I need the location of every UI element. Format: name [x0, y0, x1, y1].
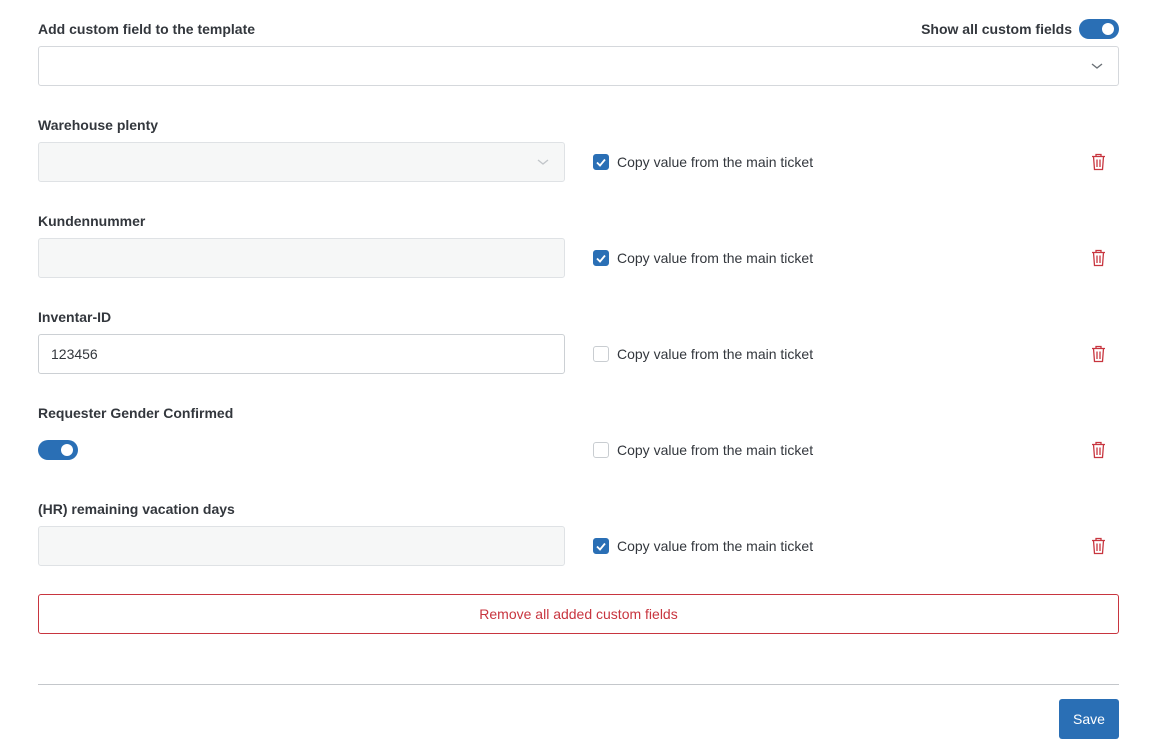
trash-icon[interactable] — [1091, 249, 1106, 267]
copy-value-label: Copy value from the main ticket — [617, 538, 814, 554]
field-label-inventar-id: Inventar-ID — [38, 309, 112, 325]
trash-icon[interactable] — [1091, 153, 1106, 171]
warehouse-plenty-select — [38, 142, 565, 182]
checkmark-icon — [596, 254, 606, 263]
copy-value-checkbox-inventar-id[interactable] — [593, 346, 609, 362]
save-button[interactable]: Save — [1059, 699, 1119, 739]
inventar-id-value: 123456 — [51, 346, 98, 362]
copy-value-label: Copy value from the main ticket — [617, 250, 814, 266]
copy-value-checkbox-warehouse-plenty[interactable] — [593, 154, 609, 170]
copy-value-label: Copy value from the main ticket — [617, 154, 814, 170]
add-custom-field-select[interactable] — [38, 46, 1119, 86]
copy-value-checkbox-requester-gender[interactable] — [593, 442, 609, 458]
show-all-custom-fields-label: Show all custom fields — [921, 21, 1072, 37]
hr-remaining-vacation-days-input — [38, 526, 565, 566]
copy-value-checkbox-hr-vacation[interactable] — [593, 538, 609, 554]
show-all-custom-fields-toggle[interactable] — [1079, 19, 1119, 39]
field-label-hr-remaining-vacation-days: (HR) remaining vacation days — [38, 501, 235, 517]
field-label-kundennummer: Kundennummer — [38, 213, 146, 229]
kundennummer-input — [38, 238, 565, 278]
checkmark-icon — [596, 542, 606, 551]
divider — [38, 684, 1119, 685]
add-custom-field-label: Add custom field to the template — [38, 21, 256, 37]
copy-value-label: Copy value from the main ticket — [617, 442, 814, 458]
chevron-down-icon — [537, 159, 549, 165]
requester-gender-confirmed-toggle[interactable] — [38, 440, 78, 460]
inventar-id-input[interactable]: 123456 — [38, 334, 565, 374]
chevron-down-icon — [1091, 63, 1103, 69]
remove-all-custom-fields-button[interactable]: Remove all added custom fields — [38, 594, 1119, 634]
copy-value-label: Copy value from the main ticket — [617, 346, 814, 362]
toggle-knob — [61, 444, 73, 456]
trash-icon[interactable] — [1091, 345, 1106, 363]
toggle-knob — [1102, 23, 1114, 35]
field-label-warehouse-plenty: Warehouse plenty — [38, 117, 159, 133]
field-label-requester-gender-confirmed: Requester Gender Confirmed — [38, 405, 234, 421]
checkmark-icon — [596, 158, 606, 167]
trash-icon[interactable] — [1091, 441, 1106, 459]
copy-value-checkbox-kundennummer[interactable] — [593, 250, 609, 266]
trash-icon[interactable] — [1091, 537, 1106, 555]
